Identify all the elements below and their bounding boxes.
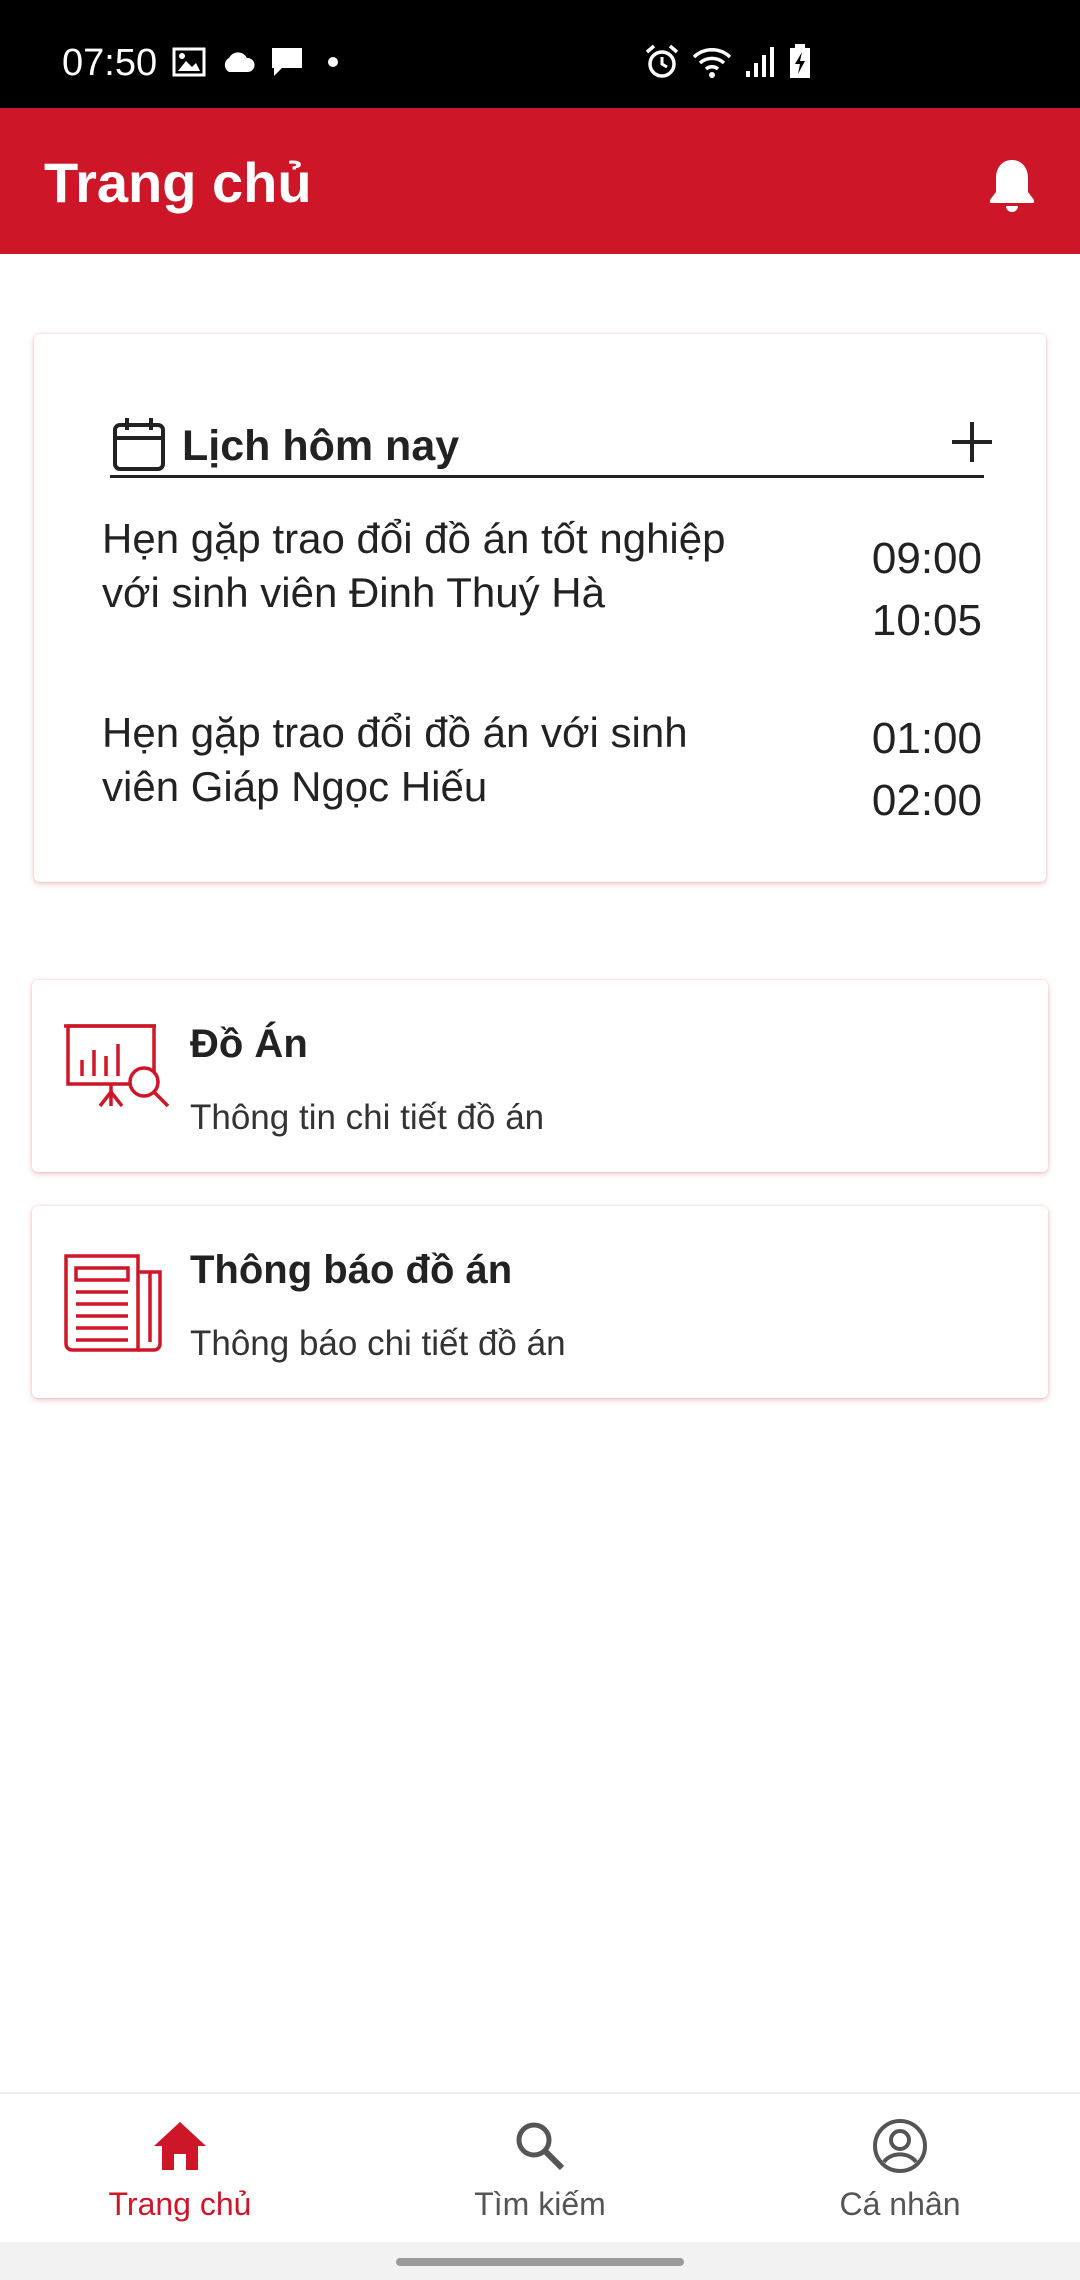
presentation-search-icon xyxy=(64,1024,170,1108)
nav-label: Tìm kiếm xyxy=(474,2186,606,2222)
nav-item-home[interactable]: Trang chủ xyxy=(0,2094,360,2244)
event-end-time: 10:05 xyxy=(871,596,982,645)
menu-title: Đồ Án xyxy=(190,1022,308,1066)
gesture-bar xyxy=(0,2242,1080,2280)
event-start-time: 09:00 xyxy=(871,534,982,583)
wifi-icon xyxy=(692,48,732,78)
schedule-event[interactable]: Hẹn gặp trao đổi đồ án với sinh viên Giá… xyxy=(102,706,982,826)
nav-label: Trang chủ xyxy=(108,2186,252,2222)
nav-item-search[interactable]: Tìm kiếm xyxy=(360,2094,720,2244)
schedule-title: Lịch hôm nay xyxy=(182,422,460,470)
menu-subtitle: Thông tin chi tiết đồ án xyxy=(190,1098,545,1137)
menu-title: Thông báo đồ án xyxy=(190,1248,513,1292)
nav-item-profile[interactable]: Cá nhân xyxy=(720,2094,1080,2244)
menu-subtitle: Thông báo chi tiết đồ án xyxy=(190,1324,566,1363)
status-right-icons xyxy=(644,44,812,80)
home-icon xyxy=(154,2122,206,2170)
alarm-icon xyxy=(645,44,679,78)
account-circle-icon xyxy=(873,2119,927,2173)
message-icon xyxy=(272,48,302,76)
event-title: Hẹn gặp trao đổi đồ án tốt nghiệp với si… xyxy=(102,515,726,616)
schedule-header: Lịch hôm nay xyxy=(110,412,992,478)
signal-icon xyxy=(746,47,774,77)
battery-charging-icon xyxy=(790,44,810,78)
nav-label: Cá nhân xyxy=(839,2186,961,2222)
bell-icon[interactable] xyxy=(985,156,1039,214)
event-start-time: 01:00 xyxy=(871,714,982,763)
home-indicator[interactable] xyxy=(396,2258,684,2266)
search-icon xyxy=(516,2122,565,2171)
project-menu-card[interactable]: Đồ Án Thông tin chi tiết đồ án xyxy=(32,980,1048,1172)
cloud-icon xyxy=(224,52,255,72)
app-bar: Trang chủ xyxy=(0,108,1080,254)
plus-icon[interactable] xyxy=(950,420,994,464)
event-title: Hẹn gặp trao đổi đồ án với sinh viên Giá… xyxy=(102,709,688,810)
calendar-icon xyxy=(113,418,165,471)
status-left-icons xyxy=(172,46,338,78)
today-schedule-card: Lịch hôm nay Hẹn gặp trao đổi đồ án tốt … xyxy=(34,334,1046,882)
event-end-time: 02:00 xyxy=(871,776,982,825)
page-title: Trang chủ xyxy=(44,151,312,214)
image-icon xyxy=(172,47,206,77)
project-notice-menu-card[interactable]: Thông báo đồ án Thông báo chi tiết đồ án xyxy=(32,1206,1048,1398)
bottom-navigation: Trang chủ Tìm kiếm Cá nhân xyxy=(0,2092,1080,2242)
status-time: 07:50 xyxy=(62,42,158,84)
schedule-event[interactable]: Hẹn gặp trao đổi đồ án tốt nghiệp với si… xyxy=(102,512,982,682)
status-bar: 07:50 xyxy=(0,0,1080,108)
dot-icon xyxy=(328,57,338,67)
newspaper-icon xyxy=(64,1254,162,1352)
